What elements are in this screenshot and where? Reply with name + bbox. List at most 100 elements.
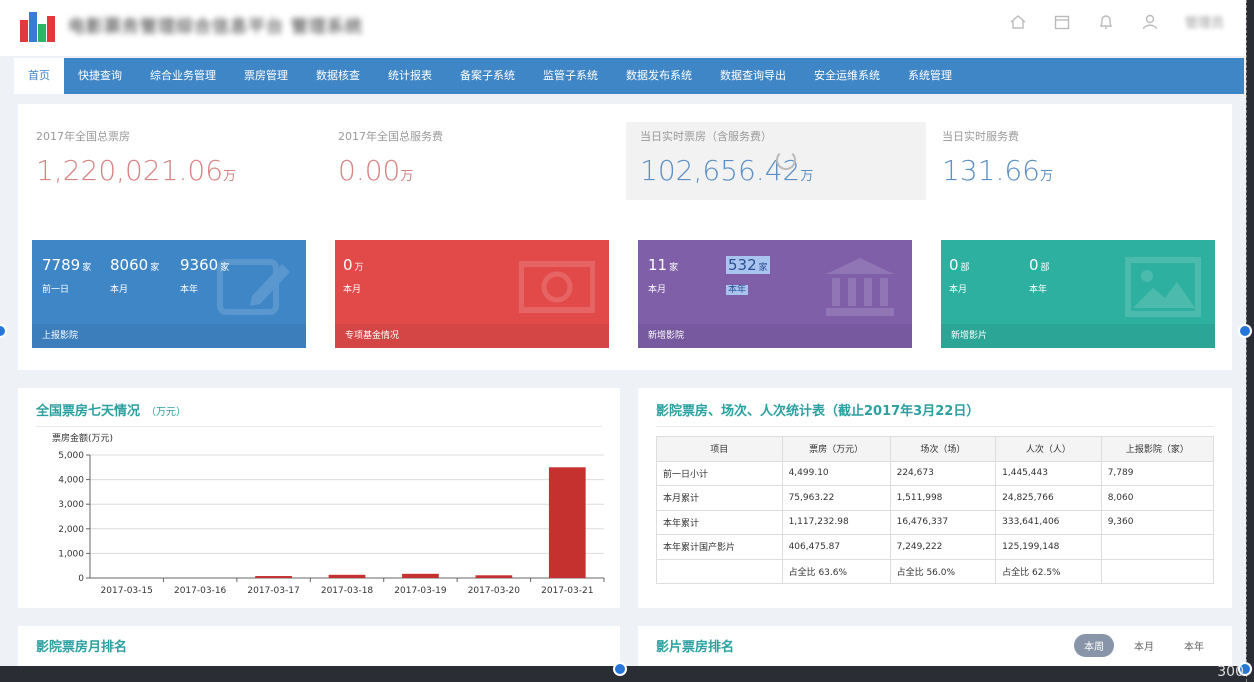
- y-tick-label: 3,000: [58, 500, 84, 510]
- home-icon[interactable]: [1009, 13, 1027, 31]
- table-cell: 125,199,148: [995, 534, 1102, 560]
- calendar-icon[interactable]: [1053, 13, 1071, 31]
- tile-metric: 0部 本月: [949, 256, 970, 295]
- bell-icon[interactable]: [1097, 13, 1115, 31]
- stat-label: 2017年全国总服务费: [338, 130, 443, 143]
- x-tick-label: 2017-03-19: [394, 586, 447, 596]
- bar: [548, 467, 586, 578]
- bar: [328, 574, 366, 578]
- table-cell: [656, 558, 783, 584]
- table-header-cell: 票房（万元）: [781, 436, 891, 462]
- table-cell: 本年累计国产影片: [656, 534, 783, 560]
- table-cell: 7,789: [1100, 460, 1215, 486]
- period-tabs: 本周 本月 本年: [1074, 634, 1214, 657]
- table-row: 本月累计 75,963.22 1,511,998 24,825,766 8,060: [656, 485, 1215, 511]
- user-name[interactable]: 管理员: [1185, 12, 1224, 31]
- nav-item[interactable]: 综合业务管理: [136, 58, 230, 94]
- tile-metric: 11 家 本月: [648, 256, 679, 295]
- stat-label: 当日实时服务费: [942, 130, 1019, 143]
- tile-metric: 8060 家 本月: [110, 256, 160, 295]
- nav-item[interactable]: 数据查询导出: [706, 58, 800, 94]
- nav-item[interactable]: 统计报表: [374, 58, 446, 94]
- tile-footer: 专项基金情况: [335, 324, 609, 348]
- stat-value: 131.66万: [942, 154, 1053, 187]
- nav-item[interactable]: 首页: [14, 58, 64, 94]
- x-tick-label: 2017-03-15: [101, 586, 153, 596]
- selection-border: [1246, 0, 1247, 682]
- resize-handle-left[interactable]: [0, 324, 7, 338]
- header-icons: 管理员: [1009, 12, 1224, 31]
- table-cell: 本年累计: [656, 509, 783, 535]
- resize-handle-bottom[interactable]: [613, 662, 627, 676]
- table-header-cell: 上报影院（家）: [1100, 436, 1215, 462]
- tile-special-fund[interactable]: 0万 本月 专项基金情况: [335, 240, 609, 348]
- table-cell: 1,117,232.98: [781, 509, 891, 535]
- stat-realtime-boxoffice: 当日实时票房（含服务费） 102,656.42万: [626, 122, 926, 200]
- period-tab[interactable]: 本月: [1124, 634, 1164, 657]
- table-cell: 9,360: [1100, 509, 1215, 535]
- resize-handle-right[interactable]: [1238, 324, 1252, 338]
- table-cell: 406,475.87: [781, 534, 891, 560]
- film-rank-title: 影片票房排名: [656, 640, 735, 655]
- stat-value: 0.00万: [338, 154, 414, 187]
- bottom-strip: [0, 666, 1254, 682]
- x-tick-label: 2017-03-20: [468, 586, 521, 596]
- bar: [255, 576, 292, 578]
- table-cell: 本月累计: [656, 485, 783, 511]
- y-tick-label: 4,000: [58, 476, 84, 486]
- table-cell: 前一日小计: [656, 460, 783, 486]
- table-cell: [1100, 534, 1215, 560]
- nav-item[interactable]: 快捷查询: [64, 58, 136, 94]
- x-tick-label: 2017-03-17: [247, 586, 299, 596]
- loading-spinner-icon: [776, 150, 796, 170]
- tile-reporting-cinemas[interactable]: 7789 家 前一日 8060 家 本月 9360 家 本年 上报影院: [32, 240, 306, 348]
- nav-item[interactable]: 备案子系统: [446, 58, 529, 94]
- tile-new-films[interactable]: 0部 本月 0部 本年 新增影片: [941, 240, 1215, 348]
- tile-metric: 0部 本年: [1029, 256, 1050, 295]
- tile-metric: 0万 本月: [343, 256, 364, 295]
- user-icon[interactable]: [1141, 13, 1159, 31]
- tile-metric: 532 家 本年: [726, 256, 770, 295]
- y-tick-label: 0: [78, 574, 84, 584]
- corner-value: 300: [1217, 664, 1244, 680]
- tile-footer: 新增影院: [638, 324, 912, 348]
- boxoffice-7day-panel: 全国票房七天情况 （万元） 票房金额(万元) 0 1,000 2,000 3,000 4,0…: [18, 388, 620, 608]
- nav-item[interactable]: 监管子系统: [529, 58, 612, 94]
- nav-item[interactable]: 系统管理: [894, 58, 966, 94]
- table-cell: 24,825,766: [995, 485, 1102, 511]
- table-panel-title: 影院票房、场次、人次统计表（截止2017年3月22日）: [656, 404, 980, 419]
- x-tick-label: 2017-03-18: [321, 586, 374, 596]
- y-tick-label: 5,000: [58, 451, 84, 461]
- nav-item[interactable]: 安全运维系统: [800, 58, 894, 94]
- table-cell: 1,511,998: [889, 485, 997, 511]
- nav-item[interactable]: 数据发布系统: [612, 58, 706, 94]
- table-cell: 8,060: [1100, 485, 1215, 511]
- table-row: 本年累计 1,117,232.98 16,476,337 333,641,406 9,3…: [656, 509, 1215, 535]
- boxoffice-bar-chart: 票房金额(万元) 0 1,000 2,000 3,000 4,000 5,000 2017-0…: [52, 432, 605, 596]
- table-cell: 16,476,337: [889, 509, 997, 535]
- bar: [402, 573, 439, 578]
- stat-value: 1,220,021.06万: [36, 154, 237, 187]
- table-cell: 75,963.22: [781, 485, 891, 511]
- y-tick-label: 1,000: [58, 549, 84, 559]
- stats-table-panel: 影院票房、场次、人次统计表（截止2017年3月22日） 项目 票房（万元） 场次（场…: [638, 388, 1232, 608]
- period-tab[interactable]: 本周: [1074, 634, 1114, 657]
- nav-item[interactable]: 票房管理: [230, 58, 302, 94]
- nav-item[interactable]: 数据核查: [302, 58, 374, 94]
- cinema-rank-title: 影院票房月排名: [36, 640, 128, 655]
- stat-total-boxoffice: 2017年全国总票房 1,220,021.06万: [22, 122, 322, 200]
- table-cell: 224,673: [889, 460, 997, 486]
- table-row: 占全比 63.6% 占全比 56.0% 占全比 62.5%: [656, 558, 1215, 584]
- pencil-icon: [217, 259, 290, 315]
- stat-total-servicefee: 2017年全国总服务费 0.00万: [324, 122, 624, 200]
- y-tick-label: 2,000: [58, 525, 84, 535]
- money-icon: [519, 261, 595, 313]
- table-cell: 333,641,406: [995, 509, 1102, 535]
- table-row: 前一日小计 4,499.10 224,673 1,445,443 7,789: [656, 460, 1215, 486]
- bar: [475, 575, 513, 578]
- x-tick-label: 2017-03-16: [174, 586, 227, 596]
- tile-new-cinemas[interactable]: 11 家 本月 532 家 本年 新增影院: [638, 240, 912, 348]
- period-tab[interactable]: 本年: [1174, 634, 1214, 657]
- overview-panel: 2017年全国总票房 1,220,021.06万 2017年全国总服务费 0.0…: [18, 104, 1232, 370]
- table-cell: 占全比 56.0%: [889, 558, 997, 584]
